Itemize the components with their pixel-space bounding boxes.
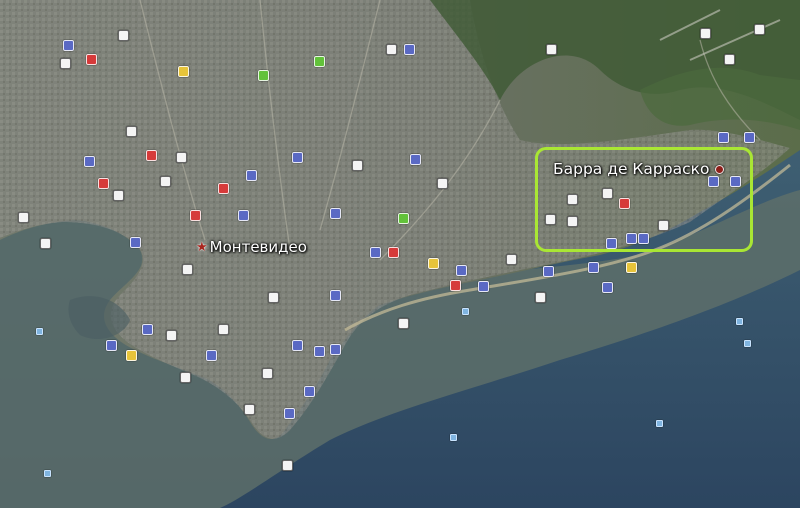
church-icon[interactable] [352,160,363,171]
landmark-icon[interactable] [535,292,546,303]
landmark-icon[interactable] [18,212,29,223]
place-label-text: Барра де Карраско [553,160,710,178]
park-icon[interactable] [398,213,409,224]
buoy-icon[interactable] [462,308,469,315]
shop-icon[interactable] [330,344,341,355]
landmark-icon[interactable] [506,254,517,265]
hospital-icon[interactable] [450,280,461,291]
hotel-icon[interactable] [206,350,217,361]
shop-icon[interactable] [292,340,303,351]
shop-icon[interactable] [370,247,381,258]
restaurant-icon[interactable] [178,66,189,77]
school-icon[interactable] [60,58,71,69]
landmark-icon[interactable] [268,292,279,303]
hotel-icon[interactable] [63,40,74,51]
buoy-icon[interactable] [736,318,743,325]
landmark-icon[interactable] [160,176,171,187]
place-label-text: Монтевидео [209,238,307,256]
hotel-icon[interactable] [246,170,257,181]
hotel-icon[interactable] [588,262,599,273]
hotel-icon[interactable] [84,156,95,167]
church-icon[interactable] [118,30,129,41]
buoy-icon[interactable] [36,328,43,335]
restaurant-icon[interactable] [126,350,137,361]
shop-icon[interactable] [543,266,554,277]
shop-icon[interactable] [330,290,341,301]
shop-icon[interactable] [238,210,249,221]
landmark-icon[interactable] [180,372,191,383]
buoy-icon[interactable] [450,434,457,441]
shop-icon[interactable] [330,208,341,219]
hospital-icon[interactable] [218,183,229,194]
hospital-icon[interactable] [86,54,97,65]
star-icon: ★ [196,239,208,255]
museum-icon[interactable] [398,318,409,329]
landmark-icon[interactable] [754,24,765,35]
map-base-imagery [0,0,800,508]
hotel-icon[interactable] [314,346,325,357]
buoy-icon[interactable] [744,340,751,347]
restaurant-icon[interactable] [428,258,439,269]
shop-icon[interactable] [478,281,489,292]
museum-icon[interactable] [126,126,137,137]
satellite-map[interactable]: ★ Монтевидео Барра де Карраско [0,0,800,508]
landmark-icon[interactable] [546,44,557,55]
hospital-icon[interactable] [190,210,201,221]
landmark-icon[interactable] [386,44,397,55]
buoy-icon[interactable] [44,470,51,477]
landmark-icon[interactable] [182,264,193,275]
hotel-icon[interactable] [718,132,729,143]
hospital-icon[interactable] [98,178,109,189]
landmark-icon[interactable] [724,54,735,65]
shop-icon[interactable] [404,44,415,55]
park-icon[interactable] [314,56,325,67]
museum-icon[interactable] [262,368,273,379]
museum-icon[interactable] [292,152,303,163]
hotel-icon[interactable] [304,386,315,397]
church-icon[interactable] [176,152,187,163]
buoy-icon[interactable] [656,420,663,427]
place-label-barra-de-carrasco[interactable]: Барра де Карраско [553,160,725,178]
hotel-icon[interactable] [456,265,467,276]
airport-icon[interactable] [700,28,711,39]
landmark-icon[interactable] [282,460,293,471]
landmark-icon[interactable] [40,238,51,249]
hotel-icon[interactable] [602,282,613,293]
landmark-icon[interactable] [218,324,229,335]
hotel-icon[interactable] [130,237,141,248]
landmark-icon[interactable] [244,404,255,415]
shop-icon[interactable] [106,340,117,351]
restaurant-icon[interactable] [626,262,637,273]
hotel-icon[interactable] [744,132,755,143]
hotel-icon[interactable] [142,324,153,335]
church-icon[interactable] [166,330,177,341]
hotel-icon[interactable] [410,154,421,165]
hospital-icon[interactable] [146,150,157,161]
shop-icon[interactable] [284,408,295,419]
red-dot-icon [715,164,725,174]
place-label-montevideo[interactable]: ★ Монтевидео [196,238,307,256]
landmark-icon[interactable] [113,190,124,201]
landmark-icon[interactable] [437,178,448,189]
park-icon[interactable] [258,70,269,81]
hospital-icon[interactable] [388,247,399,258]
